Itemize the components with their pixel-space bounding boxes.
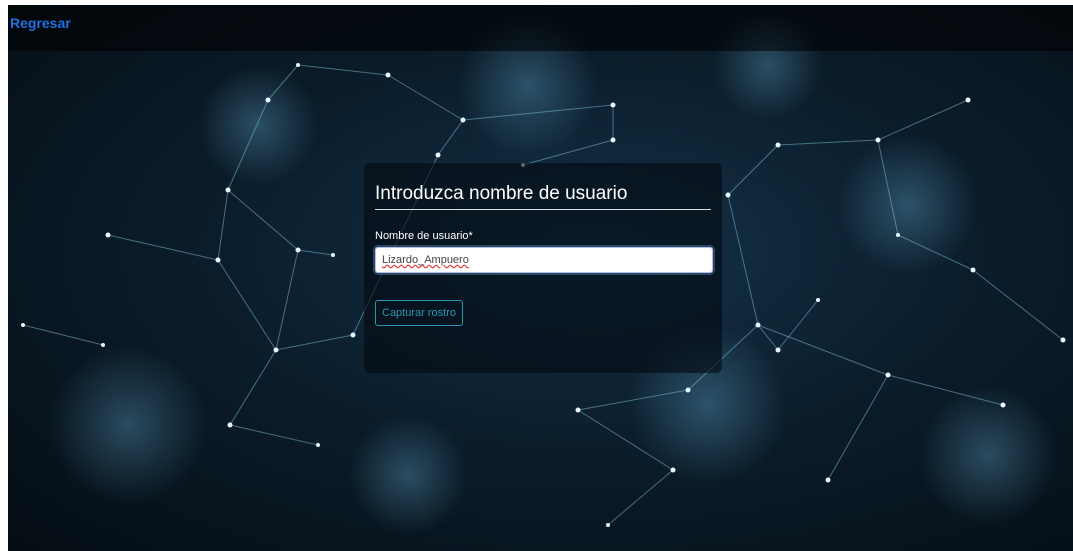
username-input[interactable]: Lizardo_Ampuero: [375, 247, 713, 273]
username-form-card: Introduzca nombre de usuario Nombre de u…: [364, 163, 722, 373]
capture-face-button[interactable]: Capturar rostro: [375, 300, 463, 326]
form-title: Introduzca nombre de usuario: [375, 183, 711, 210]
username-label: Nombre de usuario*: [375, 230, 473, 242]
back-link[interactable]: Regresar: [10, 15, 71, 31]
username-value: Lizardo_Ampuero: [382, 254, 469, 266]
top-navbar: Regresar: [8, 5, 1073, 51]
page-frame: Regresar Introduzca nombre de usuario No…: [8, 5, 1073, 551]
